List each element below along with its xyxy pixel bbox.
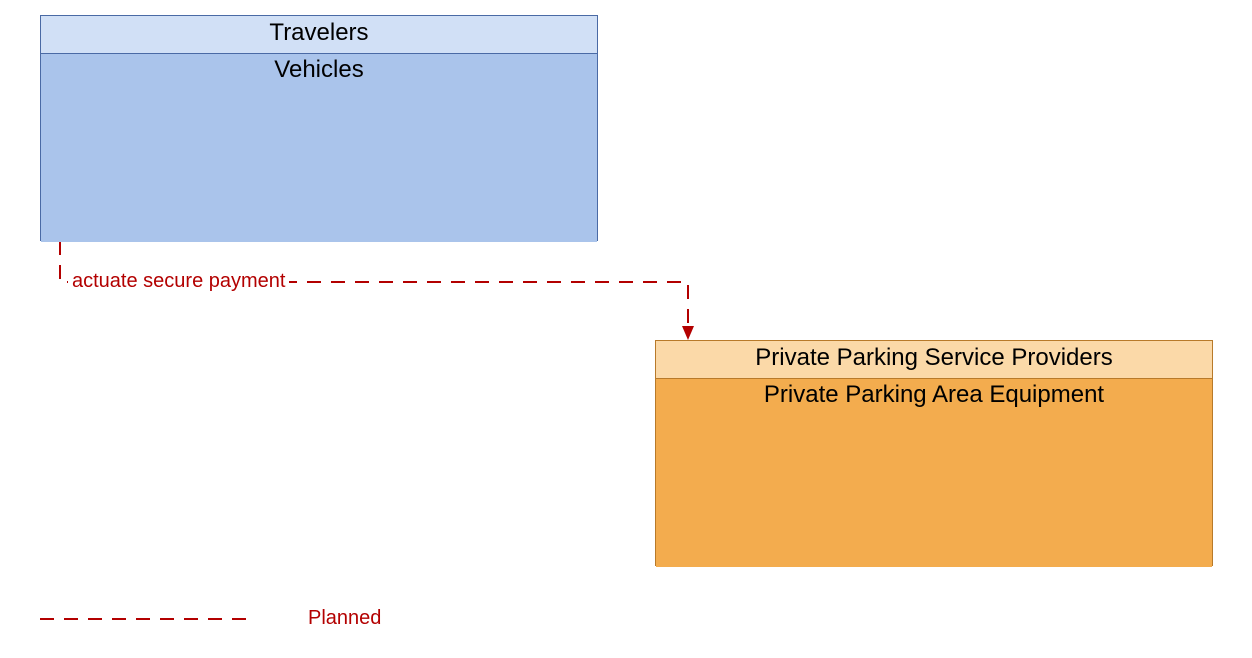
legend-label-planned: Planned (308, 607, 381, 630)
entity-body: Private Parking Area Equipment (656, 379, 1212, 567)
entity-header-label: Travelers (269, 19, 368, 46)
entity-body-label: Private Parking Area Equipment (764, 381, 1104, 408)
entity-header-label: Private Parking Service Providers (755, 344, 1112, 371)
entity-body: Vehicles (41, 54, 597, 242)
flow-arrowhead (682, 326, 694, 340)
entity-box-private-parking: Private Parking Service Providers Privat… (655, 340, 1213, 566)
entity-box-travelers-vehicles: Travelers Vehicles (40, 15, 598, 241)
flow-label-actuate-secure-payment: actuate secure payment (68, 270, 289, 293)
entity-header: Private Parking Service Providers (656, 341, 1212, 379)
entity-body-label: Vehicles (274, 56, 363, 83)
entity-header: Travelers (41, 16, 597, 54)
